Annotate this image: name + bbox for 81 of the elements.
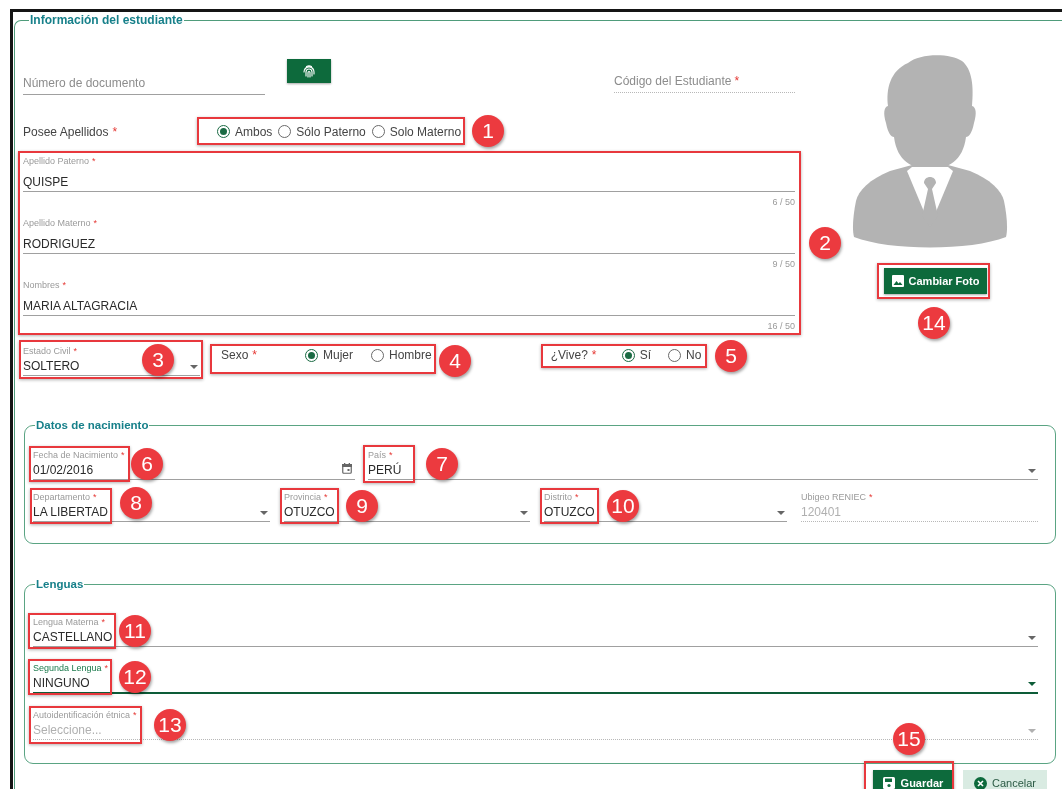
character-counter: 9 / 50 [771,258,795,270]
field-label: Fecha de Nacimiento * [33,450,125,461]
fingerprint-icon [302,64,316,78]
step-badge: 15 [893,723,925,755]
step-badge: 12 [119,661,151,693]
field-value: OTUZCO [544,505,595,521]
highlight-frame [363,445,415,483]
step-badge: 7 [426,448,458,480]
field-value: RODRIGUEZ [23,237,95,253]
field-label: Nombres * [23,280,67,291]
step-badge: 4 [439,345,471,377]
field-label: País * [368,450,393,461]
field-label: Segunda Lengua * [33,663,109,674]
step-badge: 8 [120,487,152,519]
field-label: Autoidentificación étnica * [33,710,137,721]
field-value: QUISPE [23,175,69,191]
dropdown-caret-icon [260,511,268,515]
highlight-frame [540,488,599,524]
step-badge: 10 [607,490,639,522]
highlight-frame [280,488,339,524]
field-label: Departamento * [33,492,97,503]
character-counter: 16 / 50 [766,320,795,332]
step-badge: 3 [142,344,174,376]
field-value: NINGUNO [33,676,90,692]
radio-label[interactable]: Solo Materno [389,124,462,139]
dropdown-caret-icon [190,365,198,369]
change-photo-button[interactable]: Cambiar Foto [884,268,987,294]
step-badge: 13 [154,709,186,741]
field-value: SOLTERO [23,359,80,375]
radio-label[interactable]: No [686,348,702,362]
step-badge: 11 [119,615,151,647]
save-icon [882,776,896,789]
field-value: 01/02/2016 [33,463,94,479]
dropdown-caret-icon [1028,636,1036,640]
close-icon [974,776,987,789]
field-value: 120401 [801,505,842,521]
save-button[interactable]: Guardar [873,770,953,789]
dropdown-caret-icon [1028,682,1036,686]
step-badge: 6 [131,448,163,480]
field-value: LA LIBERTAD [33,505,108,521]
field-label: Apellido Paterno * [23,156,96,167]
text-field[interactable]: Número de documento [23,76,265,95]
section-title: Información del estudiante [29,13,184,27]
text-field[interactable]: Apellido Materno * RODRIGUEZ [23,218,795,254]
calendar-icon [342,463,352,474]
step-badge: 5 [715,340,747,372]
text-field[interactable]: Nombres * MARIA ALTAGRACIA [23,280,795,316]
group-label: Sexo * [221,348,259,362]
cancel-button[interactable]: Cancelar [963,770,1047,789]
field-label: Estado Civil * [23,346,78,357]
dropdown-caret-icon [520,511,528,515]
field-label: Provincia * [284,492,328,503]
field-value: OTUZCO [284,505,335,521]
step-badge: 2 [809,227,841,259]
step-badge: 1 [472,115,504,147]
radio-label[interactable]: Hombre [389,348,432,362]
dropdown-caret-icon [1028,469,1036,473]
fingerprint-button[interactable] [287,59,331,83]
dropdown-caret-icon [1028,729,1036,733]
step-badge: 9 [346,490,378,522]
group-label: ¿Vive? * [550,348,598,362]
image-icon [891,275,904,287]
section-title: Lenguas [35,577,85,591]
field-value: CASTELLANO [33,630,113,646]
field-label: Apellido Materno * [23,218,98,229]
field-label: Lengua Materna * [33,617,106,628]
field-value: PERÚ [368,463,402,479]
radio-label[interactable]: Sí [639,348,652,362]
section-title: Datos de nacimiento [35,418,150,432]
placeholder-text: Seleccione... [33,723,102,739]
radio-label[interactable]: Ambos [235,124,273,139]
character-counter: 6 / 50 [771,196,795,208]
field-value: MARIA ALTAGRACIA [23,299,138,315]
text-field[interactable]: Apellido Paterno * QUISPE [23,156,795,192]
dropdown-caret-icon [777,511,785,515]
group-label: Posee Apellidos * [23,124,119,139]
radio-label[interactable]: Mujer [323,348,353,362]
field-label: Ubigeo RENIEC * [801,492,873,503]
field-label: Distrito * [544,492,579,503]
radio-label[interactable]: Sólo Paterno [296,124,366,139]
step-badge: 14 [918,307,950,339]
